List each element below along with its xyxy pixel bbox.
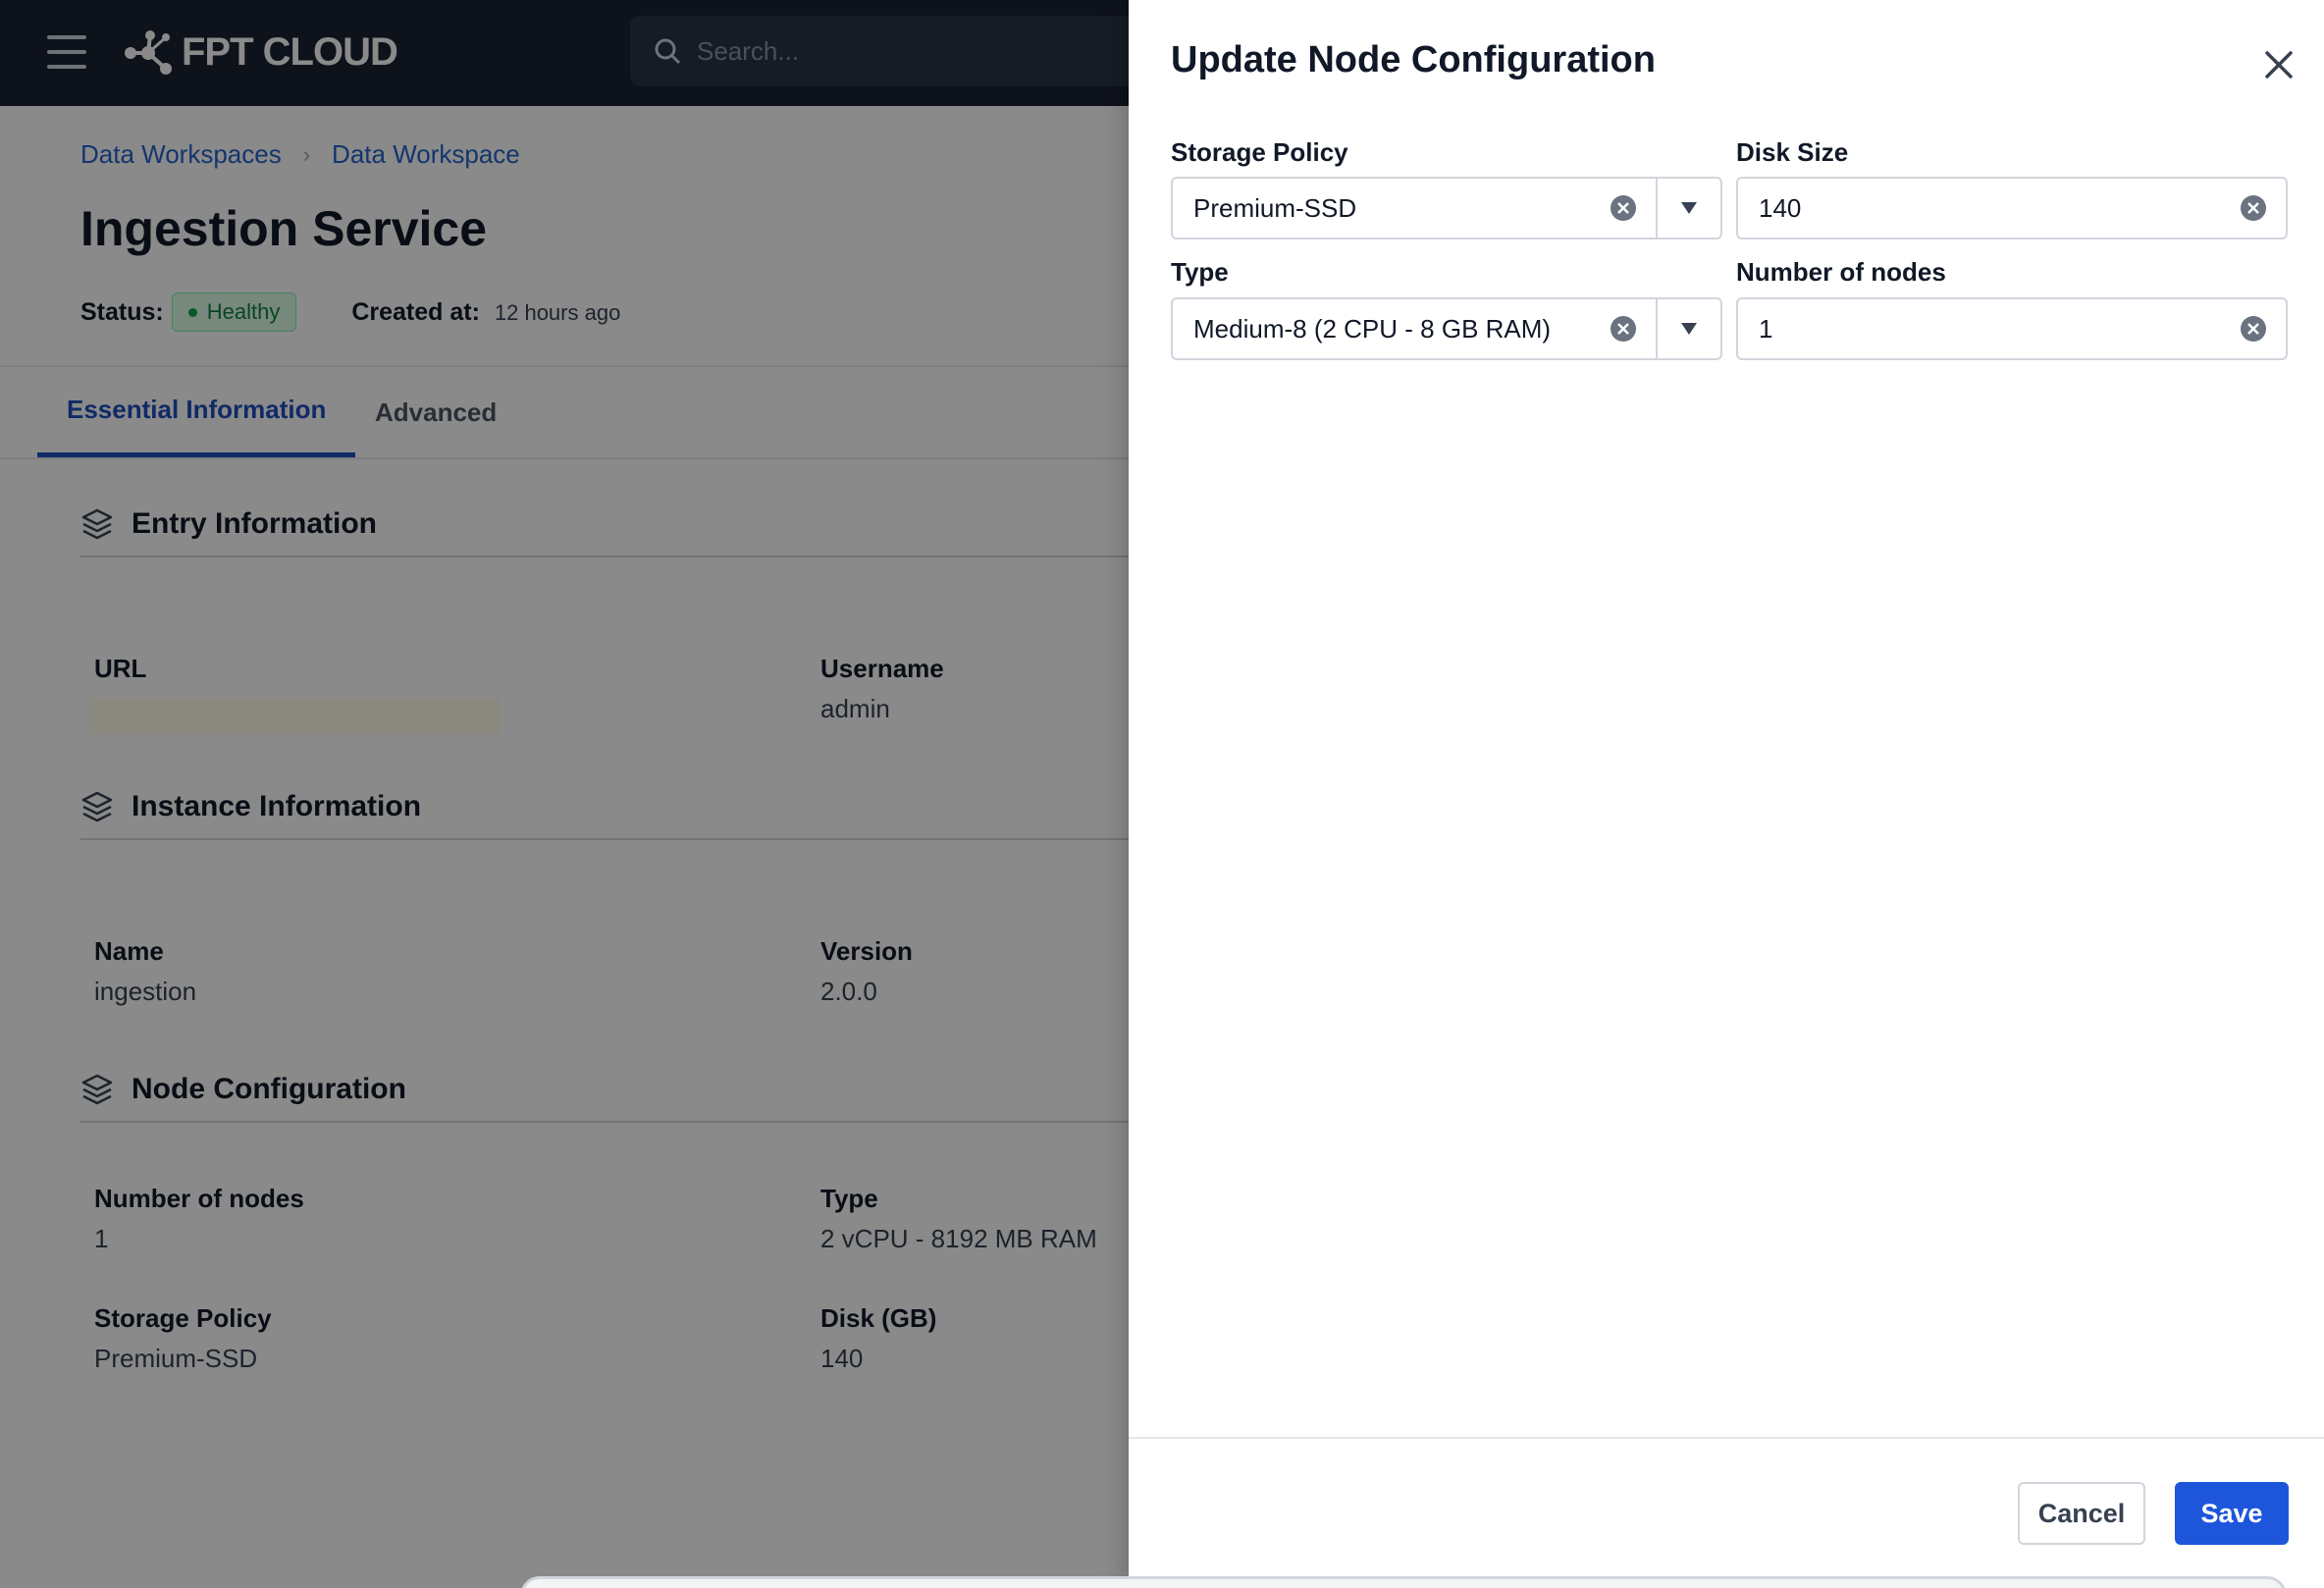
dropdown-toggle[interactable] xyxy=(1656,179,1720,238)
storage-policy-value: Premium-SSD xyxy=(1193,192,1357,223)
number-of-nodes-input[interactable]: 1 xyxy=(1736,297,2288,360)
number-of-nodes-value: 1 xyxy=(1759,313,1773,344)
storage-policy-label: Storage Policy xyxy=(1171,137,1348,167)
bottom-floating-bar xyxy=(520,1576,2287,1588)
clear-icon[interactable] xyxy=(2239,193,2268,223)
dropdown-toggle[interactable] xyxy=(1656,299,1720,358)
type-label: Type xyxy=(1171,257,1229,287)
disk-size-value: 140 xyxy=(1759,192,1802,223)
clear-icon[interactable] xyxy=(1609,193,1638,223)
disk-size-label: Disk Size xyxy=(1736,137,1849,167)
caret-down-icon xyxy=(1681,323,1697,335)
drawer-title: Update Node Configuration xyxy=(1171,39,1656,80)
update-node-configuration-drawer: Update Node Configuration Storage Policy… xyxy=(1129,0,2324,1588)
caret-down-icon xyxy=(1681,202,1697,214)
modal-backdrop[interactable] xyxy=(0,0,1129,1588)
clear-icon[interactable] xyxy=(2239,314,2268,344)
storage-policy-select[interactable]: Premium-SSD xyxy=(1171,177,1722,239)
type-value: Medium-8 (2 CPU - 8 GB RAM) xyxy=(1193,313,1552,344)
disk-size-input[interactable]: 140 xyxy=(1736,177,2288,239)
clear-icon[interactable] xyxy=(1609,314,1638,344)
save-button[interactable]: Save xyxy=(2175,1482,2289,1545)
cancel-button[interactable]: Cancel xyxy=(2018,1482,2145,1545)
number-of-nodes-label: Number of nodes xyxy=(1736,257,1946,287)
close-icon[interactable] xyxy=(2259,45,2298,84)
type-select[interactable]: Medium-8 (2 CPU - 8 GB RAM) xyxy=(1171,297,1722,360)
drawer-footer: Cancel Save xyxy=(1129,1437,2324,1588)
